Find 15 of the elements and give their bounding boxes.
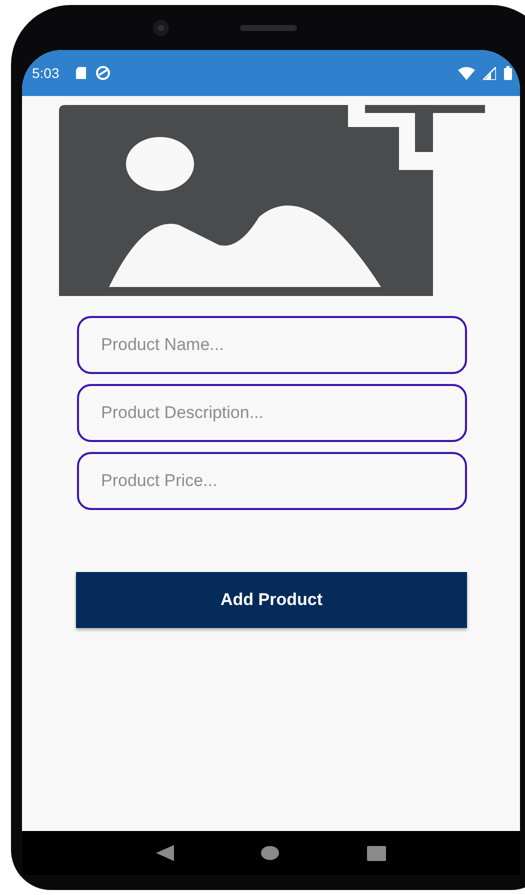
home-icon[interactable] <box>261 846 280 860</box>
back-icon[interactable] <box>156 845 174 861</box>
signal-icon <box>483 66 496 80</box>
text-input-field[interactable]: Product Description... <box>77 384 467 442</box>
status-time: 5:03 <box>32 65 60 81</box>
text-input-field[interactable]: Product Price... <box>77 452 467 510</box>
wifi-icon <box>458 66 475 80</box>
recents-icon[interactable] <box>367 846 386 860</box>
sd-card-icon <box>75 67 88 79</box>
text-input-field[interactable]: Product Name... <box>77 316 467 374</box>
broken-image-icon <box>59 105 485 296</box>
add-product-button[interactable]: Add Product <box>76 572 467 628</box>
camera-icon <box>152 18 170 36</box>
speaker-grille <box>240 24 297 30</box>
battery-icon <box>504 66 512 80</box>
